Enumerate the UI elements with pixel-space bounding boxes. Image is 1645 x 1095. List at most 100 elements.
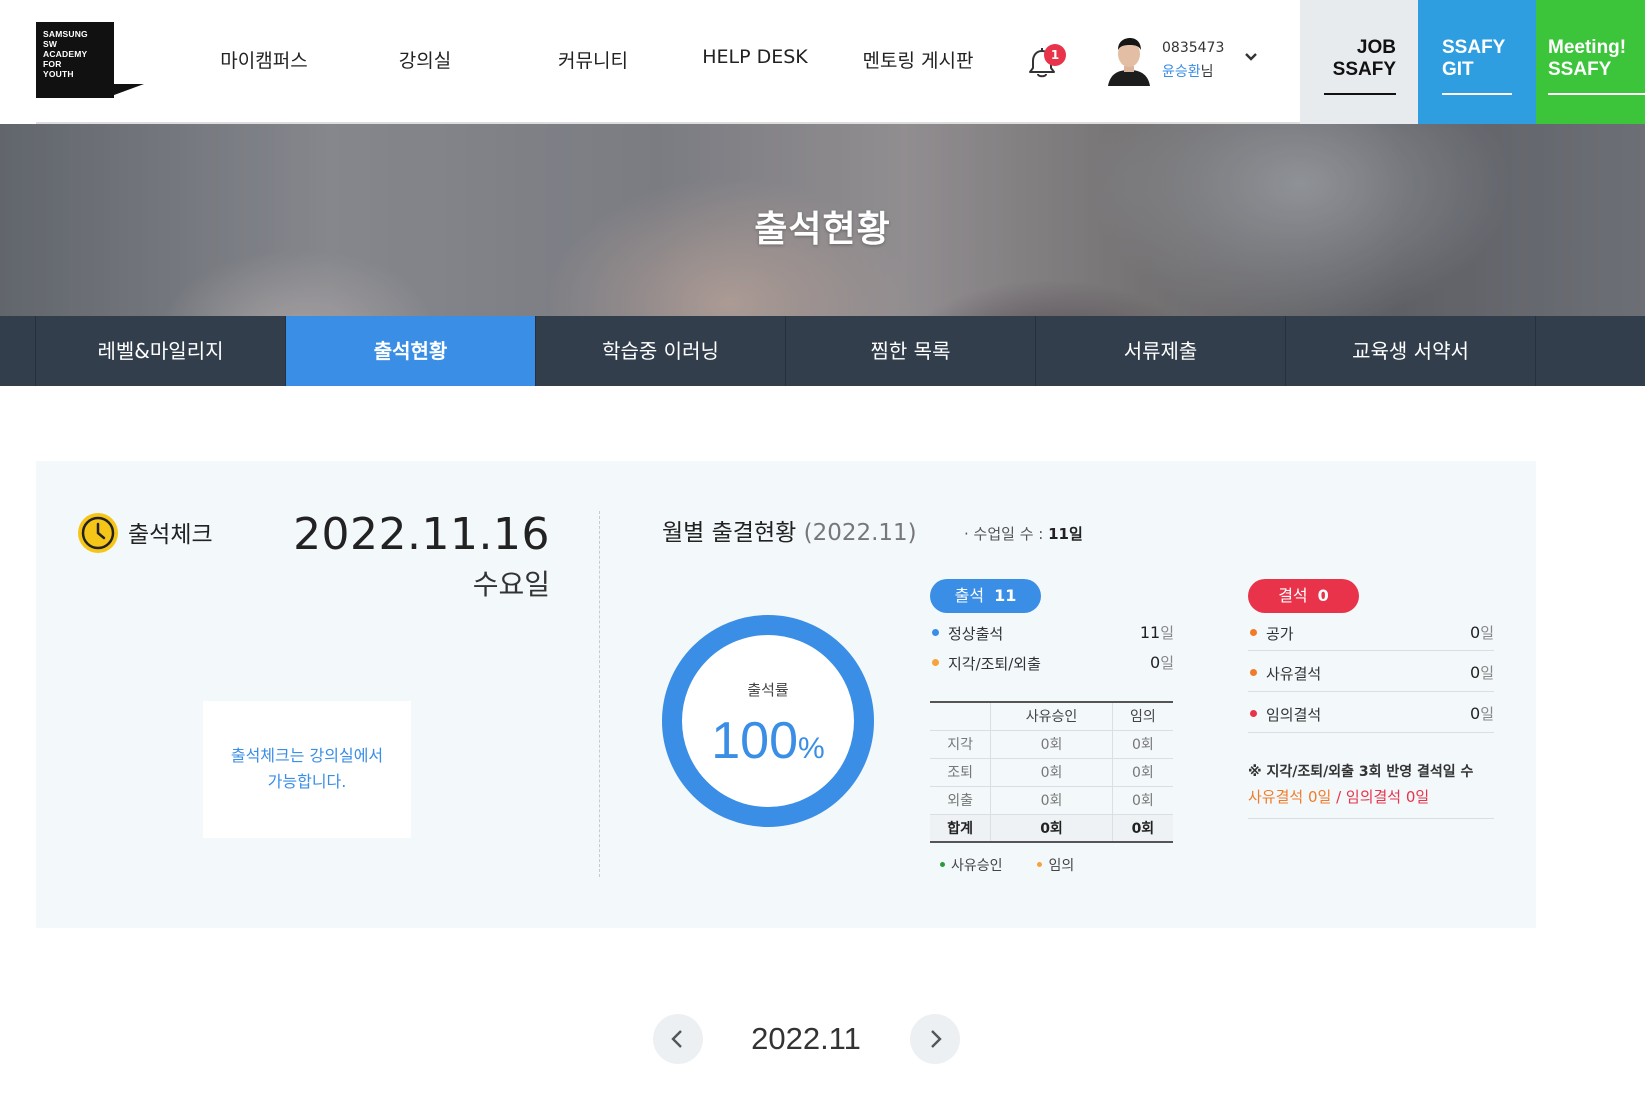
clock-icon [78,513,118,553]
excused-absence-value: 0일 [1416,662,1494,683]
normal-attendance-row: 정상출석 [932,623,1003,644]
nav-classroom[interactable]: 강의실 [399,46,451,73]
total-approved: 0회 [990,813,1113,842]
rate-label: 출석률 [747,681,789,699]
normal-attendance-unit: 일 [1160,624,1174,642]
tab-divider [35,316,36,386]
ssafy-git-button[interactable]: SSAFY GIT [1418,0,1536,124]
prev-month-button[interactable] [653,1014,703,1064]
late-attendance-label: 지각/조퇴/외출 [948,655,1041,673]
hero-banner: 출석현황 [0,124,1645,316]
nav-my-campus[interactable]: 마이캠퍼스 [220,46,307,73]
meeting-ssafy-line2: SSAFY [1548,59,1612,80]
note-separator: / [1331,788,1346,806]
normal-attendance-number: 11 [1139,623,1161,642]
notice-line1: 출석체크는 강의실에서 [230,746,384,765]
total-label: 합계 [930,813,992,842]
late-attendance-number: 0 [1150,653,1161,672]
table-total-row: 합계 0회 0회 [930,813,1173,842]
normal-attendance-label: 정상출석 [948,625,1004,643]
note-excused: 사유결석 0일 [1248,788,1332,806]
tab-document-submit[interactable]: 서류제출 [1036,316,1286,386]
rate-number: 100 [711,712,799,770]
note-unexcused: 임의결석 0일 [1345,788,1430,806]
absence-conversion-note: ※ 지각/조퇴/외출 3회 반영 결석일 수 [1248,764,1474,780]
ssafy-logo[interactable]: SAMSUNG SW ACADEMY FOR YOUTH [36,22,144,98]
late-attendance-row: 지각/조퇴/외출 [932,653,1041,674]
class-days: · 수업일 수 : 11일 [964,523,1083,544]
ssafy-git-underline [1442,93,1512,95]
row-divider [1248,650,1494,651]
meeting-ssafy-button[interactable]: Meeting! SSAFY [1536,0,1645,124]
unexcused-absence-number: 0 [1470,704,1481,723]
absence-conversion-values: 사유결석 0일 / 임의결석 0일 [1248,786,1429,807]
next-month-button[interactable] [910,1014,960,1064]
official-leave-number: 0 [1470,623,1481,642]
late-attendance-unit: 일 [1160,654,1174,672]
page-title: 출석현황 [754,209,891,250]
orange-dot-icon [932,659,939,666]
tab-elearning[interactable]: 학습중 이러닝 [536,316,786,386]
chevron-left-icon [671,1030,682,1048]
green-dot-icon [940,861,945,867]
table-row: 조퇴 0회 0회 [930,757,1173,787]
attendance-check-notice: 출석체크는 강의실에서 가능합니다. [203,701,411,838]
nav-community[interactable]: 커뮤니티 [558,46,628,73]
nav-mentoring-board[interactable]: 멘토링 게시판 [863,46,974,73]
notification-badge: 1 [1044,44,1066,66]
table-row: 지각 0회 0회 [930,729,1173,759]
outing-arbitrary: 0회 [1111,785,1173,815]
vertical-divider [599,511,600,877]
absence-badge-value: 0 [1317,586,1329,605]
avatar[interactable] [1106,34,1152,86]
tab-pledge[interactable]: 교육생 서약서 [1286,316,1536,386]
class-days-label: · 수업일 수 : [964,525,1044,543]
official-leave-unit: 일 [1480,624,1494,642]
user-name-wrap[interactable]: 윤승환님 [1162,61,1214,81]
monthly-title-month: (2022.11) [803,520,917,546]
chevron-down-icon[interactable] [1244,52,1258,62]
meeting-ssafy-underline [1548,93,1645,95]
job-ssafy-underline [1324,93,1396,95]
total-arbitrary: 0회 [1111,813,1173,842]
ssafy-git-line1: SSAFY [1442,37,1506,58]
row-label-late: 지각 [930,729,992,759]
early-leave-arbitrary: 0회 [1111,757,1173,787]
table-legend: 사유승인 임의 [940,855,1074,875]
notice-line2: 가능합니다. [267,772,347,791]
tab-wishlist[interactable]: 찜한 목록 [786,316,1036,386]
unexcused-absence-row: 임의결석 [1250,704,1321,725]
orange-dot-icon [1250,629,1257,636]
late-table: 사유승인 임의 지각 0회 0회 조퇴 0회 0회 외출 0회 0회 합계 0회… [930,701,1173,843]
unexcused-absence-label: 임의결석 [1266,706,1322,724]
late-table-header-approved: 사유승인 [990,702,1113,731]
late-table-header-blank [930,702,992,731]
logo-text: SAMSUNG SW ACADEMY FOR YOUTH [43,29,88,79]
user-name-suffix: 님 [1200,64,1214,80]
absence-count-badge: 결석 0 [1248,579,1359,613]
monthly-title: 월별 출결현황 (2022.11) [662,513,917,547]
tab-level-mileage[interactable]: 레벨&마일리지 [36,316,286,386]
attendance-badge-label: 출석 [954,586,985,605]
excused-absence-row: 사유결석 [1250,663,1321,684]
attendance-count-badge: 출석 11 [930,579,1041,613]
legend-arbitrary: 임의 [1048,858,1075,874]
user-id: 0835473 [1162,40,1225,56]
late-table-header: 사유승인 임의 [930,702,1173,731]
orange-dot-icon [1250,669,1257,676]
chevron-right-icon [931,1030,942,1048]
job-ssafy-line2: SSAFY [1332,59,1396,80]
tab-attendance[interactable]: 출석현황 [286,316,536,386]
excused-absence-label: 사유결석 [1266,665,1322,683]
monthly-title-text: 월별 출결현황 [662,520,797,546]
late-approved: 0회 [990,729,1113,759]
orange-dot-icon [1037,861,1043,867]
official-leave-row: 공가 [1250,623,1294,644]
nav-help-desk[interactable]: HELP DESK [702,46,808,68]
attendance-badge-value: 11 [994,586,1017,605]
attendance-panel: 출석체크 2022.11.16 수요일 출석체크는 강의실에서 가능합니다. 월… [36,461,1536,928]
today-date: 2022.11.16 [293,509,550,560]
today-weekday: 수요일 [472,568,550,601]
job-ssafy-button[interactable]: JOB SSAFY [1300,0,1418,124]
early-leave-approved: 0회 [990,757,1113,787]
